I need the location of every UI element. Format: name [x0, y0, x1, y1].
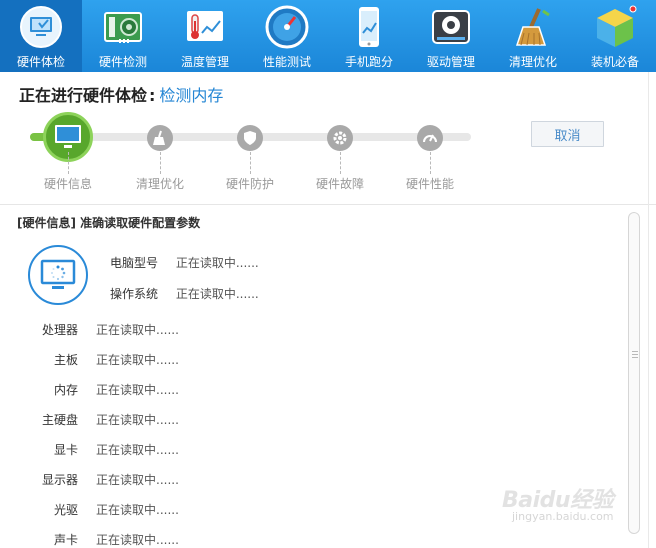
title-text: 正在进行硬件体检: [19, 86, 148, 105]
summary-os: 操作系统 正在读取中......: [110, 285, 259, 302]
step-connector: [430, 152, 431, 174]
current-step-text: 检测内存: [159, 86, 224, 105]
row-key-sound-card: 声卡: [53, 533, 78, 547]
phone-benchmark-icon: [359, 7, 379, 47]
step-connector: [250, 152, 251, 174]
cancel-button[interactable]: 取消: [531, 121, 604, 147]
speedometer-icon: [265, 5, 309, 49]
row-value-main-disk: 正在读取中......: [96, 413, 179, 427]
step-connector: [68, 152, 69, 174]
monitor-check-icon: [20, 6, 62, 48]
summary-computer-model: 电脑型号 正在读取中......: [110, 254, 259, 271]
row-key-cpu: 处理器: [41, 323, 78, 337]
tab-label: 温度管理: [180, 55, 229, 69]
row-key-graphics: 显卡: [53, 443, 78, 457]
step-label: 硬件性能: [405, 177, 455, 191]
driver-gear-icon: [432, 10, 470, 44]
row-key-motherboard: 主板: [53, 353, 78, 367]
tab-label: 性能测试: [262, 55, 311, 69]
step-label: 硬件信息: [43, 177, 93, 191]
tab-driver-manager[interactable]: 驱动管理: [410, 0, 492, 72]
row-key-main-disk: 主硬盘: [41, 413, 78, 427]
row-value-graphics: 正在读取中......: [96, 443, 179, 457]
step-clean-optimize: [147, 125, 173, 151]
tab-hardware-checkup[interactable]: 硬件体检: [0, 0, 82, 72]
monitor-icon: [55, 125, 81, 148]
title-separator: :: [149, 86, 156, 105]
window-edge: [648, 72, 649, 548]
tab-label: 硬件体检: [16, 55, 65, 69]
summary-value: 正在读取中......: [175, 287, 259, 301]
tab-performance-test[interactable]: 性能测试: [246, 0, 328, 72]
row-value-optical-drive: 正在读取中......: [96, 503, 179, 517]
row-key-display: 显示器: [41, 473, 78, 487]
step-hardware-performance: [417, 125, 443, 151]
step-label: 硬件防护: [225, 177, 275, 191]
summary-key: 操作系统: [110, 287, 159, 301]
tab-label: 手机跑分: [344, 55, 393, 69]
step-label: 清理优化: [135, 177, 185, 191]
gauge-icon: [423, 134, 437, 143]
row-value-display: 正在读取中......: [96, 473, 179, 487]
tab-essentials[interactable]: 装机必备: [574, 0, 656, 72]
step-connector: [340, 152, 341, 174]
shield-icon: [244, 131, 256, 145]
vertical-scrollbar[interactable]: [628, 212, 640, 534]
tab-hardware-detect[interactable]: 硬件检测: [82, 0, 164, 72]
page-title: 正在进行硬件体检: 检测内存: [19, 82, 223, 106]
tab-temperature[interactable]: 温度管理: [164, 0, 246, 72]
step-connector: [160, 152, 161, 174]
row-key-memory: 内存: [53, 383, 78, 397]
row-value-cpu: 正在读取中......: [96, 323, 179, 337]
main-toolbar: 硬件体检 硬件检测 温度管理 性能测试 手机跑分 驱动管理 清理优化 装机必备: [0, 0, 656, 72]
row-value-sound-card: 正在读取中......: [96, 533, 179, 547]
step-label: 硬件故障: [315, 177, 365, 191]
tab-phone-benchmark[interactable]: 手机跑分: [328, 0, 410, 72]
row-key-optical-drive: 光驱: [53, 503, 78, 517]
monitor-loading-badge: [28, 245, 88, 305]
tab-label: 清理优化: [508, 55, 557, 69]
step-hardware-protect: [237, 125, 263, 151]
gear-icon: [333, 131, 347, 145]
step-hardware-fault: [327, 125, 353, 151]
broom-icon: [515, 8, 550, 46]
row-value-motherboard: 正在读取中......: [96, 353, 179, 367]
scrollbar-grip-icon[interactable]: [632, 351, 638, 358]
row-value-memory: 正在读取中......: [96, 383, 179, 397]
summary-key: 电脑型号: [110, 256, 159, 270]
thermometer-icon: [187, 11, 223, 41]
tab-label: 硬件检测: [98, 55, 147, 69]
section-divider: [0, 204, 656, 205]
tab-label: 装机必备: [590, 55, 639, 69]
tab-label: 驱动管理: [426, 55, 475, 69]
section-title: [硬件信息] 准确读取硬件配置参数: [17, 216, 201, 230]
monitor-loading-icon: [40, 259, 76, 289]
tab-clean-optimize[interactable]: 清理优化: [492, 0, 574, 72]
circuit-board-icon: [104, 12, 142, 43]
broom-icon: [153, 130, 165, 145]
watermark-url: jingyan.baidu.com: [512, 510, 614, 523]
box-cube-icon: [597, 5, 637, 47]
summary-value: 正在读取中......: [175, 256, 259, 270]
